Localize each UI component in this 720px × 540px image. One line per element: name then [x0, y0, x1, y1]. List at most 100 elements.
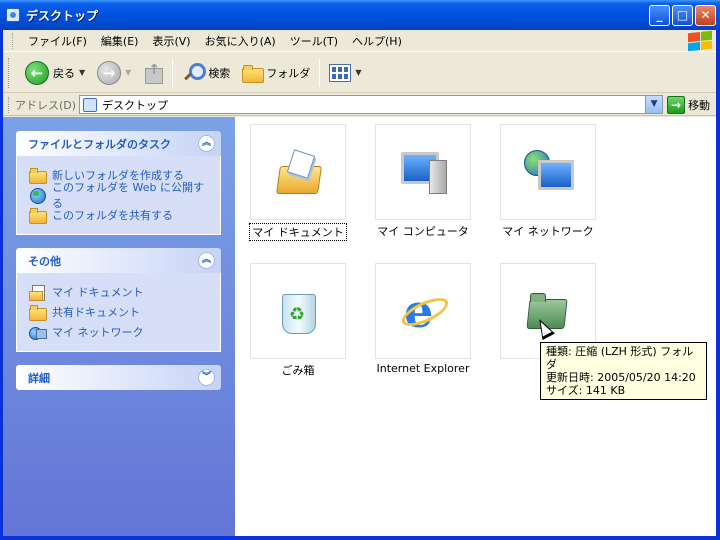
menu-help[interactable]: ヘルプ(H): [345, 33, 409, 49]
other-places-header[interactable]: その他 ︽: [16, 248, 221, 273]
place-my-network[interactable]: マイ ネットワーク: [29, 322, 210, 342]
forward-arrow-icon: →: [97, 60, 122, 85]
go-label: 移動: [688, 98, 711, 112]
window-frame-right: [716, 30, 720, 540]
file-label: マイ コンピュータ: [377, 225, 469, 238]
file-folder-tasks-panel: ファイルとフォルダのタスク ︽ 新しいフォルダを作成する このフォルダを Web…: [16, 131, 221, 235]
file-item-my-computer[interactable]: マイ コンピュータ: [368, 124, 478, 239]
windows-logo-icon: [688, 30, 712, 52]
file-folder-tasks-header[interactable]: ファイルとフォルダのタスク ︽: [16, 131, 221, 156]
window-title: デスクトップ: [26, 8, 99, 23]
forward-dropdown-icon[interactable]: ▼: [125, 68, 131, 77]
up-button[interactable]: [137, 57, 169, 89]
recycle-bin-icon: [278, 288, 318, 334]
place-label: マイ ドキュメント: [52, 286, 144, 299]
panel-body: マイ ドキュメント 共有ドキュメント マイ ネットワーク: [16, 273, 221, 352]
minimize-button[interactable]: _: [649, 5, 670, 26]
standard-toolbar: ← 戻る ▼ → ▼ 検索 フォルダ ▼: [0, 53, 720, 93]
publish-web-icon: [29, 187, 46, 204]
collapse-chevron-icon[interactable]: ︽: [198, 135, 215, 152]
panel-title: 詳細: [28, 371, 50, 385]
desktop-icon: [83, 97, 98, 112]
my-network-icon: [524, 150, 574, 194]
file-thumbnail: [500, 124, 596, 220]
title-bar[interactable]: デスクトップ _ □ ✕: [0, 0, 720, 30]
desktop-folder-icon: [6, 8, 20, 22]
folders-icon: [242, 64, 265, 83]
new-folder-icon: [29, 167, 47, 184]
file-thumbnail: [250, 263, 346, 359]
back-dropdown-icon[interactable]: ▼: [79, 68, 85, 77]
search-button[interactable]: 検索: [176, 57, 236, 89]
panel-title: ファイルとフォルダのタスク: [28, 137, 171, 151]
menu-edit[interactable]: 編集(E): [94, 33, 146, 49]
go-arrow-icon: →: [667, 95, 686, 114]
toolbar-grip[interactable]: [8, 57, 11, 88]
views-icon: [329, 63, 352, 82]
tooltip-modified: 更新日時: 2005/05/20 14:20: [546, 371, 696, 384]
content-area: ファイルとフォルダのタスク ︽ 新しいフォルダを作成する このフォルダを Web…: [0, 117, 716, 536]
tooltip-type: 種類: 圧縮 (LZH 形式) フォルダ: [546, 345, 694, 371]
menu-tools[interactable]: ツール(T): [283, 33, 345, 49]
place-shared-documents[interactable]: 共有ドキュメント: [29, 302, 210, 322]
address-input[interactable]: デスクトップ ▼: [79, 95, 664, 114]
file-thumbnail: [375, 263, 471, 359]
address-grip[interactable]: [8, 96, 11, 113]
toolbar-separator-2: [319, 58, 321, 87]
menu-view[interactable]: 表示(V): [145, 33, 197, 49]
file-item-recycle-bin[interactable]: ごみ箱: [243, 263, 353, 378]
back-button[interactable]: ← 戻る ▼: [19, 57, 91, 89]
file-item-internet-explorer[interactable]: Internet Explorer: [368, 263, 478, 375]
address-bar: アドレス(D) デスクトップ ▼ → 移動: [0, 94, 720, 116]
address-value: デスクトップ: [102, 98, 169, 112]
search-label: 検索: [208, 66, 231, 80]
task-label: このフォルダを共有する: [52, 209, 173, 222]
file-item-my-network[interactable]: マイ ネットワーク: [493, 124, 603, 239]
folders-label: フォルダ: [266, 66, 311, 80]
expand-chevron-icon[interactable]: ︾: [198, 369, 215, 386]
views-dropdown-icon[interactable]: ▼: [355, 68, 361, 77]
share-folder-icon: [29, 207, 47, 224]
my-documents-small-icon: [29, 284, 45, 301]
internet-explorer-icon: [400, 284, 446, 338]
maximize-button[interactable]: □: [672, 5, 693, 26]
my-computer-icon: [399, 150, 447, 194]
go-button[interactable]: → 移動: [667, 95, 711, 114]
panel-body: 新しいフォルダを作成する このフォルダを Web に公開する このフォルダを共有…: [16, 156, 221, 235]
menu-file[interactable]: ファイル(F): [21, 33, 94, 49]
file-item-my-documents[interactable]: マイ ドキュメント: [243, 124, 353, 241]
place-my-documents[interactable]: マイ ドキュメント: [29, 282, 210, 302]
address-label: アドレス(D): [15, 98, 77, 112]
file-label: マイ ドキュメント: [249, 223, 347, 241]
back-label: 戻る: [53, 66, 75, 80]
close-button[interactable]: ✕: [695, 5, 716, 26]
views-button[interactable]: ▼: [323, 57, 367, 89]
back-arrow-icon: ←: [25, 60, 49, 85]
window-controls: _ □ ✕: [649, 5, 716, 26]
details-panel: 詳細 ︾: [16, 365, 221, 390]
collapse-chevron-icon[interactable]: ︽: [198, 252, 215, 269]
file-info-tooltip: 種類: 圧縮 (LZH 形式) フォルダ 更新日時: 2005/05/20 14…: [540, 342, 707, 400]
address-dropdown-icon[interactable]: ▼: [645, 96, 663, 113]
place-label: 共有ドキュメント: [52, 306, 140, 319]
details-header[interactable]: 詳細 ︾: [16, 365, 221, 390]
forward-button[interactable]: → ▼: [91, 57, 137, 89]
menu-bar: ファイル(F) 編集(E) 表示(V) お気に入り(A) ツール(T) ヘルプ(…: [0, 30, 720, 52]
shared-documents-icon: [29, 304, 47, 321]
place-label: マイ ネットワーク: [52, 326, 144, 339]
file-label: ごみ箱: [281, 364, 315, 377]
file-label: Internet Explorer: [376, 362, 470, 375]
toolbar-separator: [172, 58, 174, 87]
window-frame-left: [0, 30, 3, 540]
task-publish-web[interactable]: このフォルダを Web に公開する: [29, 181, 210, 210]
menu-grip[interactable]: [12, 32, 15, 49]
menu-favorites[interactable]: お気に入り(A): [198, 33, 283, 49]
file-view: マイ ドキュメント マイ コンピュータ マイ ネットワーク ごみ箱 Intern…: [236, 117, 716, 536]
my-network-small-icon: [29, 324, 47, 340]
tooltip-size: サイズ: 141 KB: [546, 384, 626, 397]
file-thumbnail: [250, 124, 346, 220]
file-label: マイ ネットワーク: [502, 225, 594, 238]
window-frame-bottom: [0, 536, 720, 540]
folders-button[interactable]: フォルダ: [236, 57, 316, 89]
other-places-panel: その他 ︽ マイ ドキュメント 共有ドキュメント マイ ネットワーク: [16, 248, 221, 352]
